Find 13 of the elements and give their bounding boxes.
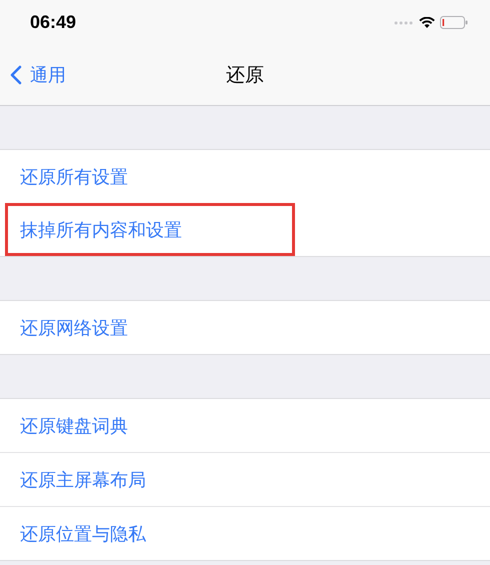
status-time: 06:49	[30, 12, 76, 33]
wifi-icon	[419, 16, 435, 28]
settings-row[interactable]: 抹掉所有内容和设置	[5, 203, 295, 256]
settings-row[interactable]: 还原所有设置	[0, 150, 490, 203]
back-button[interactable]: 通用	[0, 63, 66, 87]
page-title: 还原	[226, 63, 264, 88]
signal-icon	[394, 20, 414, 24]
battery-icon	[440, 16, 468, 29]
settings-row[interactable]: 还原主屏幕布局	[0, 452, 490, 506]
settings-row[interactable]: 还原键盘词典	[0, 399, 490, 452]
settings-row[interactable]: 还原网络设置	[0, 301, 490, 354]
chevron-left-icon	[10, 65, 22, 85]
settings-row[interactable]: 还原位置与隐私	[0, 506, 490, 560]
